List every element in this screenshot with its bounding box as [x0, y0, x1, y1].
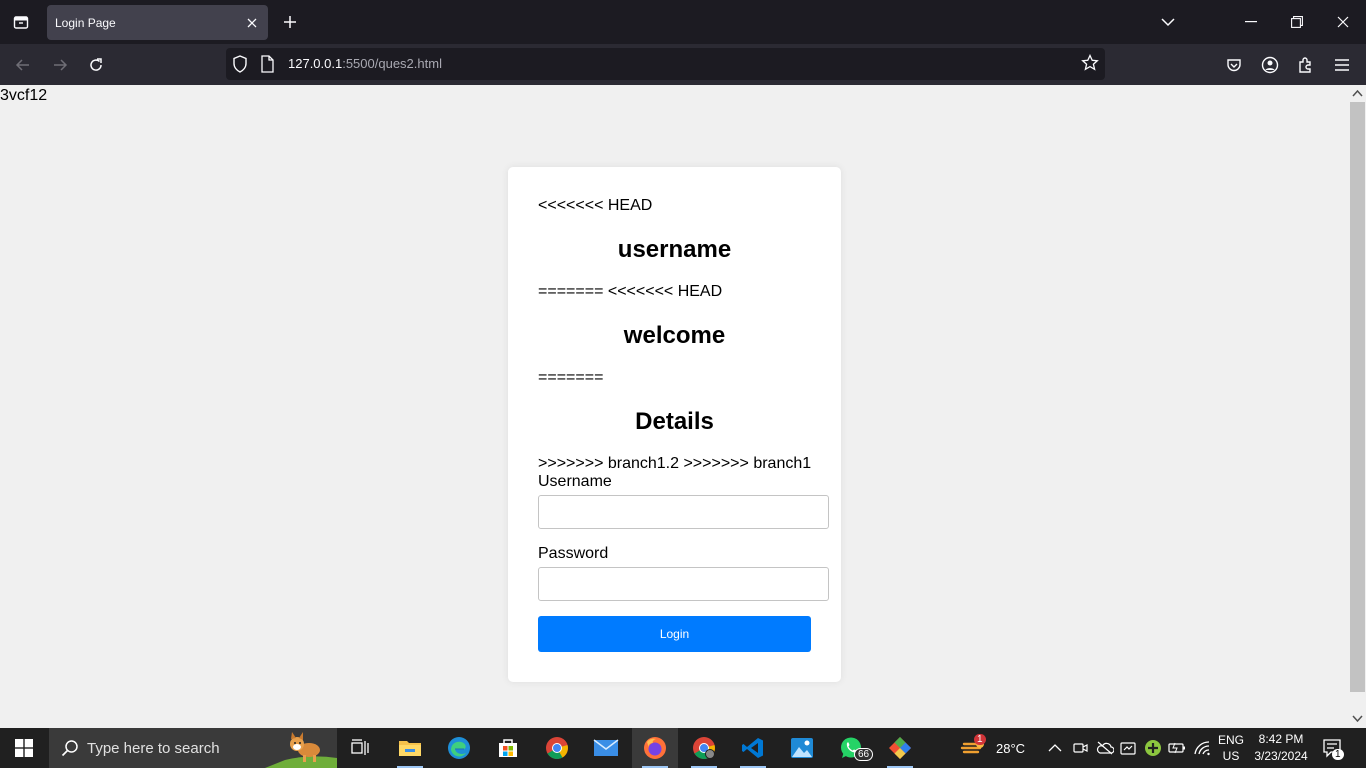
page-info-icon[interactable]	[260, 55, 274, 78]
windows-taskbar: Type here to search 66 1 28°C ENG US 8:4…	[0, 728, 1366, 768]
edge-browser-icon[interactable]	[436, 728, 482, 768]
login-button[interactable]: Login	[538, 616, 811, 652]
notification-center-icon[interactable]: 1	[1322, 728, 1344, 768]
corgi-illustration-icon	[265, 732, 337, 768]
notification-badge: 1	[1332, 749, 1344, 760]
clock[interactable]: 8:42 PM 3/23/2024	[1254, 728, 1308, 768]
search-icon	[61, 740, 78, 757]
windows-start-icon[interactable]	[0, 728, 48, 768]
tab-title: Login Page	[55, 15, 116, 30]
onedrive-icon[interactable]	[1096, 728, 1114, 768]
whatsapp-badge: 66	[854, 748, 874, 761]
tray-plus-icon[interactable]	[1144, 728, 1162, 768]
show-hidden-icons[interactable]	[1048, 728, 1062, 768]
extensions-icon[interactable]	[1293, 52, 1319, 78]
clock-time: 8:42 PM	[1258, 732, 1304, 746]
taskbar-search-box[interactable]: Type here to search	[49, 728, 337, 768]
mail-icon[interactable]	[583, 728, 629, 768]
back-arrow-icon[interactable]	[10, 52, 36, 78]
chevron-up-icon[interactable]	[1048, 743, 1062, 753]
clock-date: 3/23/2024	[1254, 749, 1308, 763]
password-label: Password	[538, 545, 609, 562]
tab-login-page[interactable]: Login Page	[47, 5, 268, 40]
minimize-icon[interactable]	[1228, 0, 1274, 44]
new-tab-icon[interactable]	[279, 11, 301, 33]
forward-arrow-icon[interactable]	[47, 52, 73, 78]
scroll-up-icon[interactable]	[1352, 88, 1363, 98]
weather-badge: 1	[974, 734, 986, 745]
close-window-icon[interactable]	[1320, 0, 1366, 44]
page-viewport: 3vcf12 <<<<<<< HEAD username ======= <<<…	[0, 85, 1349, 728]
task-view-icon[interactable]	[338, 728, 384, 768]
username-heading: username	[617, 236, 732, 263]
photos-icon[interactable]	[779, 728, 825, 768]
details-heading: Details	[635, 408, 714, 435]
pocket-icon[interactable]	[1221, 52, 1247, 78]
password-input[interactable]	[538, 567, 829, 601]
chrome-icon[interactable]	[534, 728, 580, 768]
scroll-thumb[interactable]	[1350, 102, 1365, 692]
tray-app-icon[interactable]	[1120, 728, 1136, 768]
username-input[interactable]	[538, 495, 829, 529]
account-icon[interactable]	[1257, 52, 1283, 78]
language-code: ENG	[1218, 733, 1245, 747]
battery-icon[interactable]	[1168, 728, 1186, 768]
vertical-scrollbar[interactable]	[1349, 85, 1366, 728]
navigation-toolbar: 127.0.0.1:5500/ques2.html	[0, 44, 1366, 85]
username-label: Username	[538, 473, 612, 490]
tab-list-icon[interactable]	[0, 0, 42, 44]
close-tab-icon[interactable]	[244, 15, 260, 31]
menu-hamburger-icon[interactable]	[1329, 52, 1355, 78]
login-card: <<<<<<< HEAD username ======= <<<<<<< HE…	[508, 167, 841, 682]
reload-icon[interactable]	[83, 52, 109, 78]
firefox-icon[interactable]	[632, 728, 678, 768]
tab-bar: Login Page	[0, 0, 1366, 44]
shield-icon[interactable]	[232, 55, 248, 78]
weather-icon: 1	[960, 734, 988, 760]
vscode-icon[interactable]	[730, 728, 776, 768]
file-explorer-icon[interactable]	[387, 728, 433, 768]
microsoft-store-icon[interactable]	[485, 728, 531, 768]
list-all-tabs-icon[interactable]	[1145, 0, 1191, 44]
restore-icon[interactable]	[1274, 0, 1320, 44]
git-app-icon[interactable]	[877, 728, 923, 768]
conflict-marker-separator: =======	[538, 369, 604, 386]
stray-text: 3vcf12	[0, 87, 48, 104]
tray-meet-now-icon[interactable]	[1073, 728, 1089, 768]
conflict-marker-head: <<<<<<< HEAD	[538, 197, 653, 214]
conflict-marker-separator-head: ======= <<<<<<< HEAD	[538, 283, 723, 300]
conflict-marker-branches: >>>>>>> branch1.2 >>>>>>> branch1	[538, 455, 812, 472]
address-bar[interactable]: 127.0.0.1:5500/ques2.html	[226, 48, 1105, 80]
scroll-down-icon[interactable]	[1352, 714, 1363, 724]
url-text: 127.0.0.1:5500/ques2.html	[288, 56, 442, 71]
search-placeholder: Type here to search	[87, 739, 220, 757]
whatsapp-icon[interactable]: 66	[828, 728, 874, 768]
chrome-profile-icon[interactable]	[681, 728, 727, 768]
temperature: 28°C	[996, 740, 1026, 756]
input-language[interactable]: ENG US	[1218, 728, 1244, 768]
weather-widget[interactable]: 1 28°C	[960, 728, 1025, 768]
welcome-heading: welcome	[623, 322, 726, 349]
wifi-icon[interactable]	[1193, 728, 1211, 768]
region-code: US	[1222, 749, 1240, 763]
bookmark-star-icon[interactable]	[1081, 53, 1099, 77]
